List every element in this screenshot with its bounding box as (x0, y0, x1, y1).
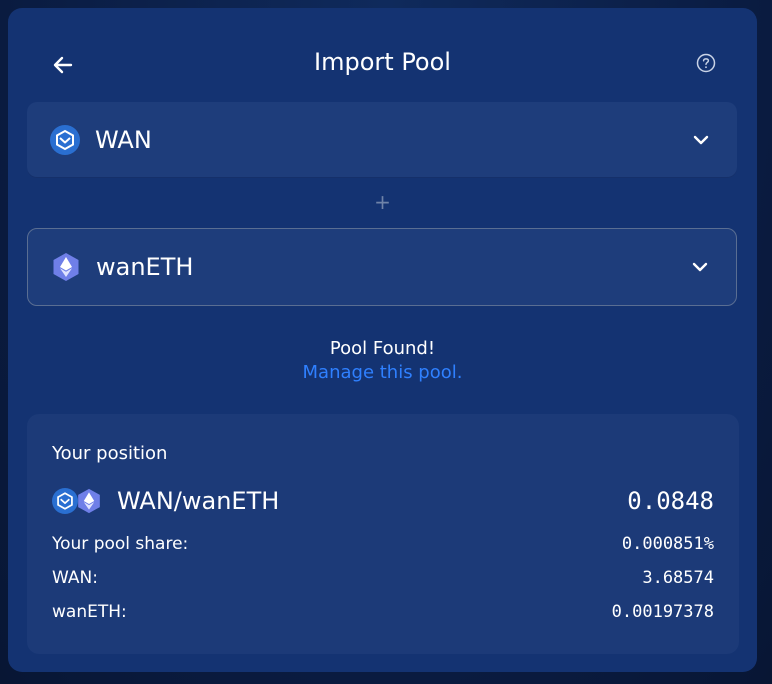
wan-amount-row: WAN: 3.68574 (52, 567, 714, 589)
eth-token-icon (78, 488, 100, 514)
manage-pool-link-wrap: Manage this pool. (8, 362, 757, 383)
question-circle-icon (696, 53, 716, 73)
wan-amount-value: 3.68574 (642, 568, 714, 588)
import-pool-card: Import Pool WAN + wanETH Pool Found! Man… (8, 8, 757, 672)
wan-token-icon (52, 488, 78, 514)
token-b-selector[interactable]: wanETH (27, 228, 737, 306)
pair-name: WAN/wanETH (117, 487, 280, 515)
pool-tokens-value: 0.0848 (627, 487, 714, 515)
plus-icon: + (374, 190, 391, 214)
eth-token-icon (51, 252, 81, 282)
pool-share-value: 0.000851% (621, 534, 714, 554)
position-title: Your position (52, 443, 168, 464)
pool-share-row: Your pool share: 0.000851% (52, 533, 714, 555)
header: Import Pool (8, 44, 757, 94)
page: Import Pool WAN + wanETH Pool Found! Man… (0, 0, 772, 684)
chevron-down-icon (690, 257, 710, 277)
wan-token-icon (50, 125, 80, 155)
wan-amount-label: WAN: (52, 568, 98, 588)
waneth-amount-label: wanETH: (52, 602, 127, 622)
token-b-name: wanETH (96, 253, 194, 281)
chevron-down-icon (691, 130, 711, 150)
pair-icons (52, 488, 104, 514)
position-panel: Your position WAN/wanETH 0.0848 Your poo… (27, 414, 739, 654)
waneth-amount-row: wanETH: 0.00197378 (52, 601, 714, 623)
pool-found-text: Pool Found! (329, 338, 436, 359)
manage-pool-link[interactable]: Manage this pool. (303, 362, 463, 383)
help-button[interactable] (695, 52, 717, 74)
token-a-name: WAN (95, 126, 152, 154)
waneth-amount-value: 0.00197378 (611, 602, 714, 622)
token-a-selector[interactable]: WAN (27, 102, 737, 178)
page-title: Import Pool (314, 48, 451, 76)
pair-row: WAN/wanETH 0.0848 (52, 486, 714, 516)
pool-share-label: Your pool share: (52, 534, 189, 554)
